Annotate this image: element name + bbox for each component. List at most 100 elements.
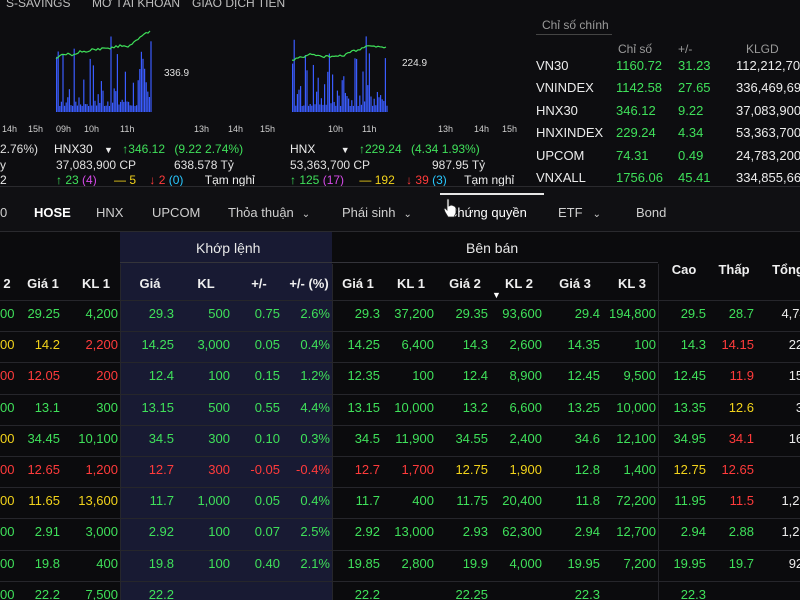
tab-chung-quyen[interactable]: Chứng quyền <box>448 205 527 220</box>
table-row[interactable]: 00 2.91 3,000 2.92 100 0.07 2.5% 2.92 13,000 2.93… <box>0 524 800 548</box>
index-name: HNX <box>290 142 316 156</box>
table-row[interactable]: 00 13.1 300 13.15 500 0.55 4.4% 13.15 10,000 13.2… <box>0 400 800 424</box>
divider <box>536 34 612 35</box>
table-cell: 00 <box>0 337 15 353</box>
price-line <box>55 30 151 60</box>
index-change: 9.22 <box>678 102 704 118</box>
tab-upcom[interactable]: UPCOM <box>152 205 200 220</box>
index-volume: 336,469,694 <box>736 80 800 96</box>
x-tick: 11h <box>120 124 135 134</box>
volume-bar <box>312 64 314 112</box>
divider <box>332 262 658 263</box>
volume-bar <box>332 74 334 112</box>
index-row[interactable]: VN30 1160.72 31.23 112,212,706 <box>528 58 800 80</box>
tab-hnx[interactable]: HNX <box>96 205 123 220</box>
volume-bar <box>112 102 114 112</box>
col-header[interactable]: Giá 1 <box>332 276 384 291</box>
volume-bar <box>343 76 345 112</box>
mini-chart-hnx30[interactable]: 336.9 09h 10h 11h 13h 14h 15h HNX30 ▼ ↑3… <box>50 0 282 187</box>
table-cell: 13.15 <box>141 399 174 415</box>
volume-bar <box>354 58 356 112</box>
table-cell: 00 <box>0 430 15 446</box>
col-header[interactable]: Cao <box>658 262 710 277</box>
table-cell: 12.7 <box>148 462 174 477</box>
col-header[interactable]: KL <box>178 276 234 291</box>
x-tick: 10h <box>84 124 100 134</box>
table-cell: 92,0 <box>788 555 800 571</box>
table-row[interactable]: 00 22.2 7,500 22.2 22.2 22.25 22.3 22.3 <box>0 587 800 600</box>
volume-bar <box>373 98 375 112</box>
tab-phai-sinh[interactable]: Phái sinh ⌄ <box>342 205 412 220</box>
col-header[interactable]: 2 <box>0 276 14 291</box>
tab-bond[interactable]: Bond <box>636 205 666 220</box>
tab-hose[interactable]: HOSE <box>34 205 71 220</box>
volume-bar <box>320 98 322 112</box>
volume-bar <box>107 101 109 112</box>
table-cell: 1,201 <box>781 524 800 540</box>
col-header[interactable]: Thấp <box>710 262 758 277</box>
tab-thoa-thuan[interactable]: Thỏa thuận ⌄ <box>228 205 310 220</box>
volume-bar <box>325 104 327 112</box>
col-header[interactable]: Giá 3 <box>546 276 604 291</box>
table-cell: 00 <box>0 524 15 540</box>
col-header[interactable]: Giá 2 <box>438 276 492 291</box>
index-row[interactable]: UPCOM 74.31 0.49 24,783,200 <box>528 148 800 170</box>
col-header[interactable]: KL 3 <box>604 276 660 291</box>
volume-bar <box>118 104 120 112</box>
index-value: 74.31 <box>616 147 649 163</box>
tab-etf[interactable]: ETF ⌄ <box>558 205 601 220</box>
index-change-pct: 2.74%) <box>205 142 244 156</box>
index-name: HNXINDEX <box>536 125 604 141</box>
table-row[interactable]: 00 12.05 200 12.4 100 0.15 1.2% 12.35 100 12.4 8,9… <box>0 368 800 392</box>
index-row[interactable]: VNINDEX 1142.58 27.65 336,469,694 <box>528 80 800 102</box>
table-row[interactable]: 00 34.45 10,100 34.5 300 0.10 0.3% 34.5 11,900 34… <box>0 431 800 455</box>
table-cell: 11.7 <box>355 493 380 509</box>
table-row[interactable]: 00 14.2 2,200 14.25 3,000 0.05 0.4% 14.25 6,400 1… <box>0 337 800 361</box>
table-cell: 10,000 <box>394 399 434 415</box>
table-cell: 500 <box>208 399 230 415</box>
volume-bar <box>378 97 380 112</box>
tab-fragment[interactable]: 0 <box>0 205 7 220</box>
col-header[interactable]: KL 2 <box>492 276 546 291</box>
col-header[interactable]: Giá 1 <box>22 276 64 291</box>
table-cell: 1,228 <box>781 493 800 509</box>
chevron-down-icon[interactable]: ▼ <box>104 145 113 155</box>
table-cell: 11.65 <box>28 493 60 509</box>
col-header[interactable]: +/- <box>234 276 284 291</box>
index-value: 229.24 <box>616 125 656 141</box>
table-cell: 3,000 <box>197 337 230 353</box>
volume-bar <box>99 102 101 112</box>
table-cell: 29.5 <box>680 306 706 321</box>
chevron-down-icon[interactable]: ▼ <box>341 145 350 155</box>
row-divider <box>0 456 800 457</box>
col-header[interactable]: KL 1 <box>70 276 122 291</box>
table-row[interactable]: 00 29.25 4,200 29.3 500 0.75 2.6% 29.3 37,200 29.… <box>0 306 800 330</box>
table-cell: 14.15 <box>721 337 754 353</box>
col-header[interactable]: Giá <box>122 276 178 291</box>
volume-bar <box>96 105 98 112</box>
col-header[interactable]: +/- (%) <box>284 276 334 291</box>
sort-desc-icon[interactable]: ▼ <box>492 290 501 300</box>
table-row[interactable]: 00 19.8 400 19.8 100 0.40 2.1% 19.85 2,800 19.9 4,… <box>0 556 800 580</box>
table-row[interactable]: 00 12.65 1,200 12.7 300 -0.05 -0.4% 12.7 1,700 12… <box>0 462 800 486</box>
table-cell: 13.35 <box>673 399 706 415</box>
mini-chart-hnx[interactable]: 224.9 10h 11h 13h 14h 15h HNX ▼ ↑229.24 … <box>288 0 524 187</box>
col-header[interactable]: Tổng <box>758 262 800 277</box>
col-header[interactable]: KL 1 <box>384 276 438 291</box>
table-cell: 2.5% <box>300 524 330 540</box>
index-row[interactable]: HNXINDEX 229.24 4.34 53,363,700 <box>528 125 800 147</box>
volume-bar <box>88 105 90 112</box>
intraday-chart <box>55 30 152 112</box>
volume-bar <box>116 54 118 112</box>
table-cell: 0.10 <box>254 430 280 446</box>
table-cell: 12.8 <box>574 462 600 477</box>
table-cell: 16,0 <box>788 430 800 446</box>
table-cell: 12.65 <box>721 462 754 477</box>
index-name: VNXALL <box>536 170 586 185</box>
index-volume: 112,212,706 <box>736 58 800 73</box>
index-row[interactable]: HNX30 346.12 9.22 37,083,900 <box>528 103 800 125</box>
table-cell: 22.2 <box>34 586 60 600</box>
volume-bar <box>120 101 122 112</box>
table-row[interactable]: 00 11.65 13,600 11.7 1,000 0.05 0.4% 11.7 400 11.… <box>0 493 800 517</box>
table-cell: 11.75 <box>456 493 488 509</box>
